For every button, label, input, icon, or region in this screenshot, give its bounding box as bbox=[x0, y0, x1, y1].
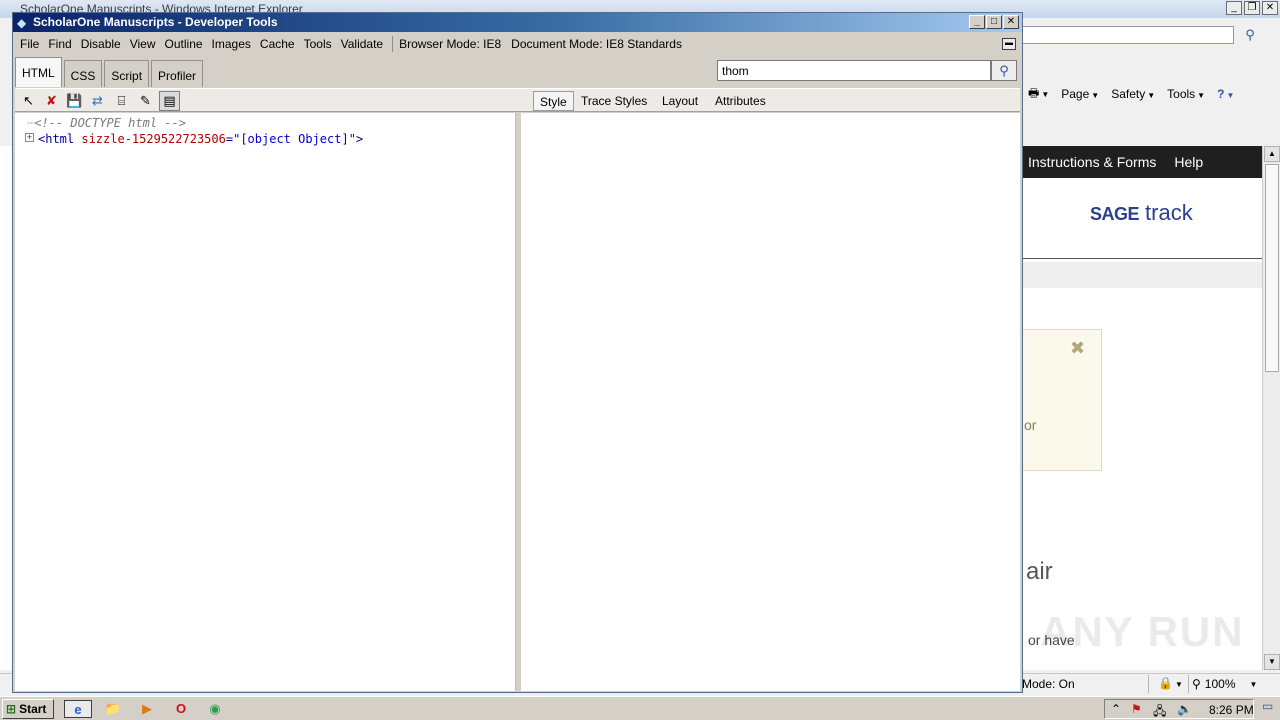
windows-flag-icon: ⊞ bbox=[6, 702, 17, 716]
taskbar: ⊞ Start e 📁 ▶ O ◉ ⌃ ⚑ 🖧 🔈 8:26 PM ▭ bbox=[0, 696, 1280, 720]
refresh-icon[interactable]: ⇄ bbox=[87, 91, 108, 111]
dom-tree-pane[interactable]: ┈<!-- DOCTYPE html --> + <html sizzle-15… bbox=[15, 113, 516, 691]
devtools-window-title: ScholarOne Manuscripts - Developer Tools bbox=[33, 15, 278, 29]
devtools-minimize-button[interactable]: _ bbox=[969, 15, 985, 29]
site-nav-bar: Instructions & Forms Help bbox=[1020, 146, 1262, 178]
action-center-icon[interactable]: ⚑ bbox=[1131, 702, 1142, 716]
volume-icon[interactable]: 🔈 bbox=[1177, 702, 1192, 716]
pane-tab-trace-styles[interactable]: Trace Styles bbox=[575, 91, 653, 111]
devtools-toolbar: ↖ ✘ 💾 ⇄ ⌸ ✎ ▤ Style Trace Styles Layout … bbox=[15, 88, 1020, 112]
menu-file[interactable]: File bbox=[18, 37, 46, 51]
chevron-down-icon: ▼ bbox=[1249, 679, 1258, 689]
dom-view-icon[interactable]: ▤ bbox=[159, 91, 180, 111]
ie-minimize-button[interactable]: _ bbox=[1226, 1, 1242, 15]
nav-help[interactable]: Help bbox=[1174, 154, 1203, 170]
edit-icon[interactable]: ✎ bbox=[135, 91, 156, 111]
tab-html[interactable]: HTML bbox=[15, 57, 62, 87]
alert-close-icon[interactable]: ✖ bbox=[1070, 338, 1085, 359]
devtools-menu-bar: File Find Disable View Outline Images Ca… bbox=[13, 34, 1022, 54]
menu-separator bbox=[392, 36, 394, 52]
site-band bbox=[1020, 262, 1262, 288]
alert-text: or bbox=[1024, 417, 1037, 433]
devtools-close-button[interactable]: ✕ bbox=[1003, 15, 1019, 29]
tab-css[interactable]: CSS bbox=[63, 60, 103, 87]
devtools-maximize-button[interactable]: □ bbox=[986, 15, 1002, 29]
tray-expand-icon[interactable]: ⌃ bbox=[1111, 702, 1121, 716]
logo-track: track bbox=[1145, 200, 1193, 225]
ie-search-icon[interactable]: ⚲ bbox=[1238, 25, 1262, 45]
ie-close-button[interactable]: ✕ bbox=[1262, 1, 1278, 15]
zoom-level[interactable]: ⚲ 100% ▼ bbox=[1192, 677, 1257, 691]
status-divider bbox=[1148, 675, 1149, 693]
expand-icon[interactable]: + bbox=[25, 133, 34, 142]
document-mode-menu[interactable]: Document Mode: IE8 Standards bbox=[511, 37, 692, 51]
devtools-titlebar: ◆ ScholarOne Manuscripts - Developer Too… bbox=[13, 13, 1022, 32]
select-element-icon[interactable]: ↖ bbox=[18, 91, 39, 111]
nav-instructions-forms[interactable]: Instructions & Forms bbox=[1028, 154, 1156, 170]
developer-tools-window: ◆ ScholarOne Manuscripts - Developer Too… bbox=[12, 12, 1023, 693]
save-icon[interactable]: 💾 bbox=[64, 91, 85, 111]
internet-explorer-icon[interactable]: e bbox=[64, 700, 92, 718]
menu-validate[interactable]: Validate bbox=[339, 37, 390, 51]
word-wrap-icon[interactable]: ⌸ bbox=[111, 91, 132, 111]
menu-cache[interactable]: Cache bbox=[258, 37, 302, 51]
network-icon[interactable]: 🖧 bbox=[1153, 702, 1166, 720]
protected-mode-status: Mode: On bbox=[1022, 677, 1075, 691]
search-icon[interactable]: ⚲ bbox=[991, 60, 1017, 81]
unpin-icon[interactable]: ▬ bbox=[1002, 38, 1016, 50]
devtools-search-input[interactable] bbox=[717, 60, 991, 81]
menu-disable[interactable]: Disable bbox=[79, 37, 128, 51]
menu-view[interactable]: View bbox=[128, 37, 163, 51]
scroll-up-icon[interactable]: ▲ bbox=[1264, 146, 1280, 162]
tree-html-node[interactable]: <html sizzle-1529522723506="[object Obje… bbox=[38, 132, 363, 146]
menu-find[interactable]: Find bbox=[46, 37, 78, 51]
ie-command-bar: 🖶 ▼ Page ▼ Safety ▼ Tools ▼ ? ▼ bbox=[1020, 84, 1280, 104]
ie-restore-button[interactable]: ❐ bbox=[1244, 1, 1260, 15]
site-divider bbox=[1020, 258, 1262, 259]
start-button[interactable]: ⊞ Start bbox=[2, 699, 54, 719]
sage-track-logo: SAGE track bbox=[1090, 200, 1193, 226]
status-divider bbox=[1188, 675, 1189, 693]
pane-tab-style[interactable]: Style bbox=[533, 91, 574, 111]
site-heading: air bbox=[1026, 558, 1053, 585]
pane-tab-layout[interactable]: Layout bbox=[656, 91, 704, 111]
zoom-icon: ⚲ bbox=[1192, 677, 1201, 691]
help-icon[interactable]: ? ▼ bbox=[1217, 87, 1234, 101]
scroll-down-icon[interactable]: ▼ bbox=[1264, 654, 1280, 670]
media-player-icon[interactable]: ▶ bbox=[136, 700, 158, 718]
browser-mode-menu[interactable]: Browser Mode: IE8 bbox=[399, 37, 511, 51]
safety-menu[interactable]: Safety ▼ bbox=[1111, 87, 1155, 101]
folder-icon[interactable]: 📁 bbox=[102, 700, 124, 718]
devtools-app-icon: ◆ bbox=[17, 16, 27, 30]
system-tray: ⌃ ⚑ 🖧 🔈 8:26 PM bbox=[1104, 699, 1254, 719]
page-menu[interactable]: Page ▼ bbox=[1061, 87, 1099, 101]
style-pane bbox=[521, 113, 1020, 691]
show-desktop-icon[interactable]: ▭ bbox=[1262, 699, 1278, 719]
opera-icon[interactable]: O bbox=[170, 700, 192, 718]
tools-menu[interactable]: Tools ▼ bbox=[1167, 87, 1205, 101]
menu-images[interactable]: Images bbox=[210, 37, 258, 51]
print-icon[interactable]: 🖶 ▼ bbox=[1028, 84, 1049, 105]
security-lock-icon[interactable]: 🔒 ▼ bbox=[1158, 676, 1183, 690]
site-alert-box bbox=[1020, 329, 1102, 471]
pane-tab-attributes[interactable]: Attributes bbox=[709, 91, 772, 111]
logo-sage: SAGE bbox=[1090, 204, 1140, 224]
menu-tools[interactable]: Tools bbox=[302, 37, 339, 51]
ie-vertical-scrollbar[interactable]: ▲ ▼ bbox=[1262, 146, 1280, 670]
clear-icon[interactable]: ✘ bbox=[41, 91, 62, 111]
scroll-thumb[interactable] bbox=[1265, 164, 1279, 372]
tree-doctype-node[interactable]: ┈<!-- DOCTYPE html --> bbox=[27, 116, 186, 130]
devtools-tabs: HTML CSS Script Profiler bbox=[15, 57, 205, 87]
chrome-icon[interactable]: ◉ bbox=[204, 700, 226, 718]
tab-profiler[interactable]: Profiler bbox=[151, 60, 204, 87]
watermark: ANY RUN bbox=[1040, 608, 1245, 655]
clock[interactable]: 8:26 PM bbox=[1209, 703, 1254, 717]
ie-address-bar[interactable] bbox=[1020, 26, 1234, 44]
tab-script[interactable]: Script bbox=[104, 60, 150, 87]
menu-outline[interactable]: Outline bbox=[163, 37, 210, 51]
